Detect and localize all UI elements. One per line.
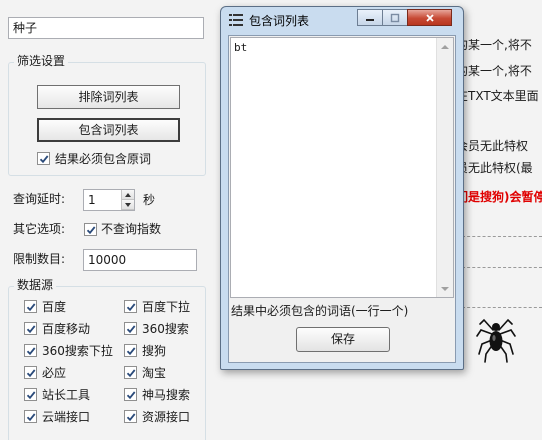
word-list-content: bt	[234, 41, 248, 54]
data-source-label: 神马搜索	[142, 388, 191, 402]
info-line-5: 员无此特权(最	[456, 161, 533, 175]
divider	[462, 236, 542, 237]
must-contain-checkbox[interactable]	[37, 152, 50, 165]
data-source-label: 360搜索下拉	[42, 344, 113, 358]
dialog-titlebar[interactable]: 包含词列表	[221, 7, 463, 33]
info-line-4: 会员无此特权	[456, 139, 529, 153]
vertical-scrollbar[interactable]	[436, 38, 453, 297]
check-icon	[126, 324, 135, 333]
info-line-6-warning: 们是搜狗)会暂停	[456, 190, 542, 204]
exclude-list-button[interactable]: 排除词列表	[37, 85, 180, 109]
scroll-down-icon[interactable]	[437, 280, 453, 297]
data-source-label: 淘宝	[142, 366, 167, 380]
data-source-label: 站长工具	[42, 388, 91, 402]
data-source-label: 百度移动	[42, 322, 91, 336]
hint-text: 结果中必须包含的词语(一行一个)	[231, 304, 409, 318]
data-source-checkbox[interactable]	[124, 322, 137, 335]
data-source-checkbox[interactable]	[24, 344, 37, 357]
other-options-label: 其它选项:	[13, 222, 66, 236]
check-icon	[26, 412, 35, 421]
data-source-checkbox[interactable]	[24, 322, 37, 335]
include-list-dialog: 包含词列表 bt 结果中必须包含的词语(一行一个) 保存	[220, 6, 464, 370]
no-index-label: 不查询指数	[101, 222, 162, 236]
info-line-2: 的某一个,将不	[456, 64, 532, 78]
data-source-label: 360搜索	[142, 322, 189, 336]
check-icon	[126, 390, 135, 399]
limit-label: 限制数目:	[13, 252, 66, 266]
check-icon	[126, 302, 135, 311]
maximize-icon	[390, 13, 400, 22]
data-source-checkbox[interactable]	[124, 344, 137, 357]
data-source-checkbox[interactable]	[124, 388, 137, 401]
data-source-label: 搜狗	[142, 344, 167, 358]
data-source-label: 百度	[42, 300, 67, 314]
data-source-checkbox[interactable]	[124, 410, 137, 423]
spider-icon	[476, 312, 516, 364]
query-delay-unit: 秒	[143, 193, 156, 207]
dialog-client-area: bt 结果中必须包含的词语(一行一个) 保存	[228, 35, 456, 363]
limit-input[interactable]: 10000	[83, 249, 197, 271]
info-line-1: 的某一个,将不	[456, 38, 532, 52]
info-line-3: 在TXT文本里面	[456, 89, 539, 103]
data-source-checkbox[interactable]	[24, 300, 37, 313]
check-icon	[26, 368, 35, 377]
check-icon	[126, 368, 135, 377]
word-list-textarea[interactable]: bt	[230, 37, 454, 298]
check-icon	[126, 412, 135, 421]
dialog-title: 包含词列表	[249, 14, 310, 28]
check-icon	[26, 346, 35, 355]
check-icon	[86, 225, 95, 234]
spin-up-icon[interactable]	[122, 190, 134, 200]
close-icon	[425, 13, 434, 22]
query-delay-spinner[interactable]	[121, 190, 134, 210]
check-icon	[126, 346, 135, 355]
data-source-checkbox[interactable]	[124, 366, 137, 379]
data-source-label: 云端接口	[42, 410, 91, 424]
data-source-label: 百度下拉	[142, 300, 191, 314]
save-button[interactable]: 保存	[296, 327, 390, 352]
close-button[interactable]	[407, 9, 452, 26]
include-list-button[interactable]: 包含词列表	[37, 118, 180, 142]
no-index-checkbox[interactable]	[84, 223, 97, 236]
maximize-button[interactable]	[382, 9, 408, 26]
filter-settings-legend: 筛选设置	[14, 54, 69, 68]
query-delay-label: 查询延时:	[13, 192, 66, 206]
seed-input[interactable]: 种子	[8, 17, 204, 39]
divider	[462, 267, 542, 268]
check-icon	[26, 302, 35, 311]
must-contain-label: 结果必须包含原词	[55, 152, 152, 166]
data-source-label: 必应	[42, 366, 67, 380]
check-icon	[26, 390, 35, 399]
minimize-button[interactable]	[357, 9, 383, 26]
scroll-up-icon[interactable]	[437, 38, 453, 55]
data-source-checkbox[interactable]	[24, 388, 37, 401]
list-icon	[229, 13, 243, 27]
data-source-checkbox[interactable]	[124, 300, 137, 313]
data-source-checkbox[interactable]	[24, 366, 37, 379]
spin-down-icon[interactable]	[122, 200, 134, 210]
check-icon	[26, 324, 35, 333]
data-source-legend: 数据源	[14, 278, 57, 292]
minimize-icon	[366, 18, 374, 21]
divider	[462, 307, 542, 308]
check-icon	[39, 154, 48, 163]
data-source-checkbox[interactable]	[24, 410, 37, 423]
data-source-label: 资源接口	[142, 410, 191, 424]
